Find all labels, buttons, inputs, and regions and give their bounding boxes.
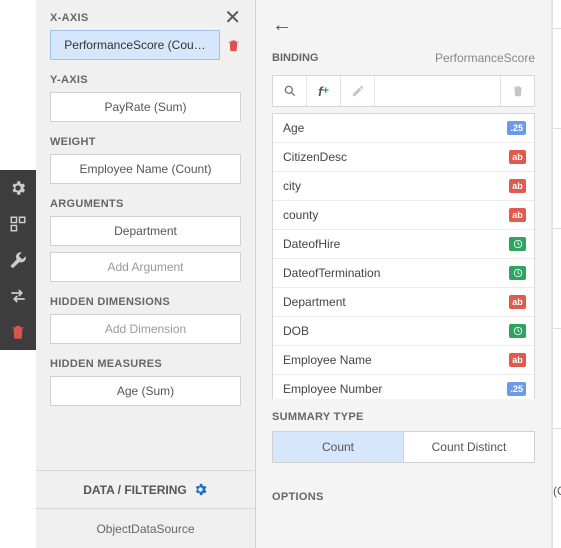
datasource-button[interactable]: ObjectDataSource	[36, 508, 255, 548]
field-type-badge: ab	[509, 353, 526, 367]
weight-label: WEIGHT	[50, 136, 241, 148]
xaxis-remove-icon[interactable]	[226, 38, 241, 53]
field-row[interactable]: DateofTermination	[273, 259, 534, 288]
summary-type-label: SUMMARY TYPE	[272, 411, 535, 423]
xaxis-field[interactable]: PerformanceScore (Cou…	[50, 30, 220, 60]
back-arrow-icon[interactable]: ←	[272, 14, 292, 37]
search-icon[interactable]	[273, 76, 307, 106]
field-row[interactable]: Employee Name ab	[273, 346, 534, 375]
field-row[interactable]: CitizenDesc ab	[273, 143, 534, 172]
clear-binding-icon[interactable]	[500, 76, 534, 106]
summary-type-selector: Count Count Distinct	[272, 431, 535, 463]
grid-corner-text: (C	[553, 484, 561, 498]
edit-icon[interactable]	[341, 76, 375, 106]
data-filtering-button[interactable]: DATA / FILTERING	[36, 470, 255, 508]
yaxis-field[interactable]: PayRate (Sum)	[50, 92, 241, 122]
trash-icon[interactable]	[0, 314, 36, 350]
close-icon[interactable]: ✕	[224, 8, 241, 28]
add-calculated-field-icon[interactable]: f+	[307, 76, 341, 106]
field-type-badge: ab	[509, 208, 526, 222]
binding-toolbar: f+	[272, 75, 535, 107]
field-list: Age .25 CitizenDesc ab city ab county ab DateofH…	[272, 113, 535, 399]
hidden-measure-field[interactable]: Age (Sum)	[50, 376, 241, 406]
gear-icon[interactable]	[0, 170, 36, 206]
field-type-badge: .25	[507, 382, 526, 396]
field-type-badge: .25	[507, 121, 526, 135]
field-type-badge	[509, 266, 526, 280]
field-name: county	[283, 208, 318, 222]
config-panel: X-AXIS ✕ PerformanceScore (Cou… Y-AXIS P…	[36, 0, 256, 548]
field-name: CitizenDesc	[283, 150, 347, 164]
data-filtering-label: DATA / FILTERING	[83, 483, 187, 497]
field-name: Employee Name	[283, 353, 372, 367]
field-name: city	[283, 179, 301, 193]
field-row[interactable]: Department ab	[273, 288, 534, 317]
field-name: Employee Number	[283, 382, 382, 396]
field-type-badge: ab	[509, 295, 526, 309]
swap-icon[interactable]	[0, 278, 36, 314]
field-type-badge	[509, 324, 526, 338]
field-row[interactable]: Age .25	[273, 114, 534, 143]
field-row[interactable]: DOB	[273, 317, 534, 346]
field-name: DateofTermination	[283, 266, 380, 280]
add-argument-button[interactable]: Add Argument	[50, 252, 241, 282]
hidden-measures-label: HIDDEN MEASURES	[50, 358, 241, 370]
field-name: Age	[283, 121, 304, 135]
gear-icon	[193, 482, 208, 497]
argument-field[interactable]: Department	[50, 216, 241, 246]
field-row[interactable]: Employee Number .25	[273, 375, 534, 399]
yaxis-label: Y-AXIS	[50, 74, 241, 86]
summary-count-distinct-button[interactable]: Count Distinct	[404, 432, 534, 462]
field-type-badge: ab	[509, 150, 526, 164]
field-row[interactable]: DateofHire	[273, 230, 534, 259]
field-name: DOB	[283, 324, 309, 338]
field-row[interactable]: city ab	[273, 172, 534, 201]
binding-name: PerformanceScore	[435, 51, 535, 65]
grid-preview: (C	[552, 0, 561, 548]
options-label: OPTIONS	[272, 491, 535, 503]
summary-count-button[interactable]: Count	[273, 432, 404, 462]
vertical-toolbar	[0, 170, 36, 350]
field-name: Department	[283, 295, 346, 309]
field-type-badge: ab	[509, 179, 526, 193]
wrench-icon[interactable]	[0, 242, 36, 278]
binding-label: BINDING	[272, 52, 318, 64]
binding-panel: ← BINDING PerformanceScore f+ Age .25 Citi…	[256, 0, 552, 548]
add-dimension-button[interactable]: Add Dimension	[50, 314, 241, 344]
arguments-label: ARGUMENTS	[50, 198, 241, 210]
layout-icon[interactable]	[0, 206, 36, 242]
hidden-dimensions-label: HIDDEN DIMENSIONS	[50, 296, 241, 308]
field-name: DateofHire	[283, 237, 340, 251]
xaxis-label: X-AXIS	[50, 12, 88, 24]
weight-field[interactable]: Employee Name (Count)	[50, 154, 241, 184]
field-row[interactable]: county ab	[273, 201, 534, 230]
field-type-badge	[509, 237, 526, 251]
